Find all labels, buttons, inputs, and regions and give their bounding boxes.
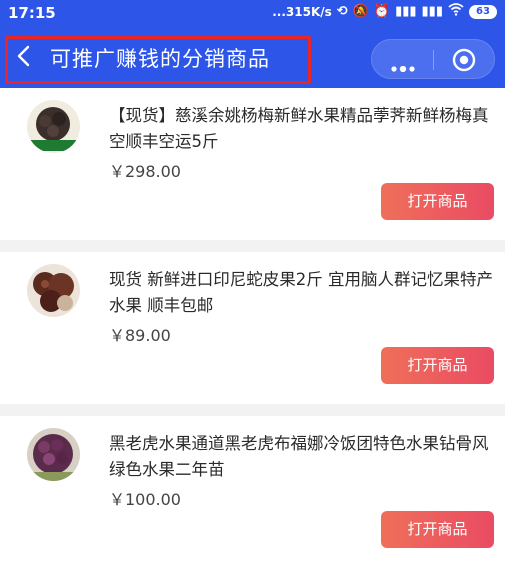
open-product-button[interactable]: 打开商品 — [381, 347, 494, 384]
network-speed: ...315K/s — [272, 5, 332, 19]
product-item: 现货 新鲜进口印尼蛇皮果2斤 宜用脑人群记忆果特产水果 顺丰包邮 ￥89.00 … — [0, 252, 505, 404]
status-time: 17:15 — [8, 4, 56, 22]
wifi-icon — [448, 3, 464, 21]
signal-icon-2: ▮▮▮ — [421, 4, 443, 19]
capsule-divider — [433, 50, 434, 70]
close-target-icon[interactable] — [452, 48, 476, 72]
status-indicators: ...315K/s ⟲ 🔕 ⏰ ▮▮▮ ▮▮▮ 63 — [272, 3, 497, 21]
product-thumbnail — [27, 100, 80, 153]
product-thumbnail — [27, 264, 80, 317]
mini-program-capsule — [371, 39, 495, 79]
product-title: 现货 新鲜进口印尼蛇皮果2斤 宜用脑人群记忆果特产水果 顺丰包邮 — [109, 270, 493, 315]
alarm-icon: ⏰ — [373, 4, 391, 19]
mute-icon: 🔕 — [352, 4, 369, 19]
open-product-button[interactable]: 打开商品 — [381, 183, 494, 220]
open-product-button[interactable]: 打开商品 — [381, 511, 494, 548]
navigation-bar: 可推广赚钱的分销商品 — [0, 33, 505, 85]
page-title: 可推广赚钱的分销商品 — [50, 47, 270, 71]
product-thumbnail — [27, 428, 80, 481]
vpn-icon: ⟲ — [336, 4, 348, 19]
app-header: 17:15 ...315K/s ⟲ 🔕 ⏰ ▮▮▮ ▮▮▮ 63 可推广赚钱的分… — [0, 0, 505, 88]
product-item: 黑老虎水果通道黑老虎布福娜冷饭团特色水果钻骨风绿色水果二年苗 ￥100.00 打… — [0, 416, 505, 565]
battery-icon: 63 — [469, 5, 497, 19]
product-item: 【现货】慈溪余姚杨梅新鲜水果精品荸荠新鲜杨梅真空顺丰空运5斤 ￥298.00 打… — [0, 88, 505, 240]
status-bar: 17:15 ...315K/s ⟲ 🔕 ⏰ ▮▮▮ ▮▮▮ 63 — [0, 0, 505, 26]
product-price: ￥100.00 — [109, 490, 181, 509]
signal-icon: ▮▮▮ — [395, 4, 417, 19]
product-price: ￥89.00 — [109, 326, 171, 345]
more-icon[interactable] — [390, 57, 416, 73]
product-title: 【现货】慈溪余姚杨梅新鲜水果精品荸荠新鲜杨梅真空顺丰空运5斤 — [109, 106, 489, 151]
product-price: ￥298.00 — [109, 162, 181, 181]
product-title: 黑老虎水果通道黑老虎布福娜冷饭团特色水果钻骨风绿色水果二年苗 — [109, 434, 489, 479]
back-arrow-icon[interactable] — [14, 45, 34, 67]
